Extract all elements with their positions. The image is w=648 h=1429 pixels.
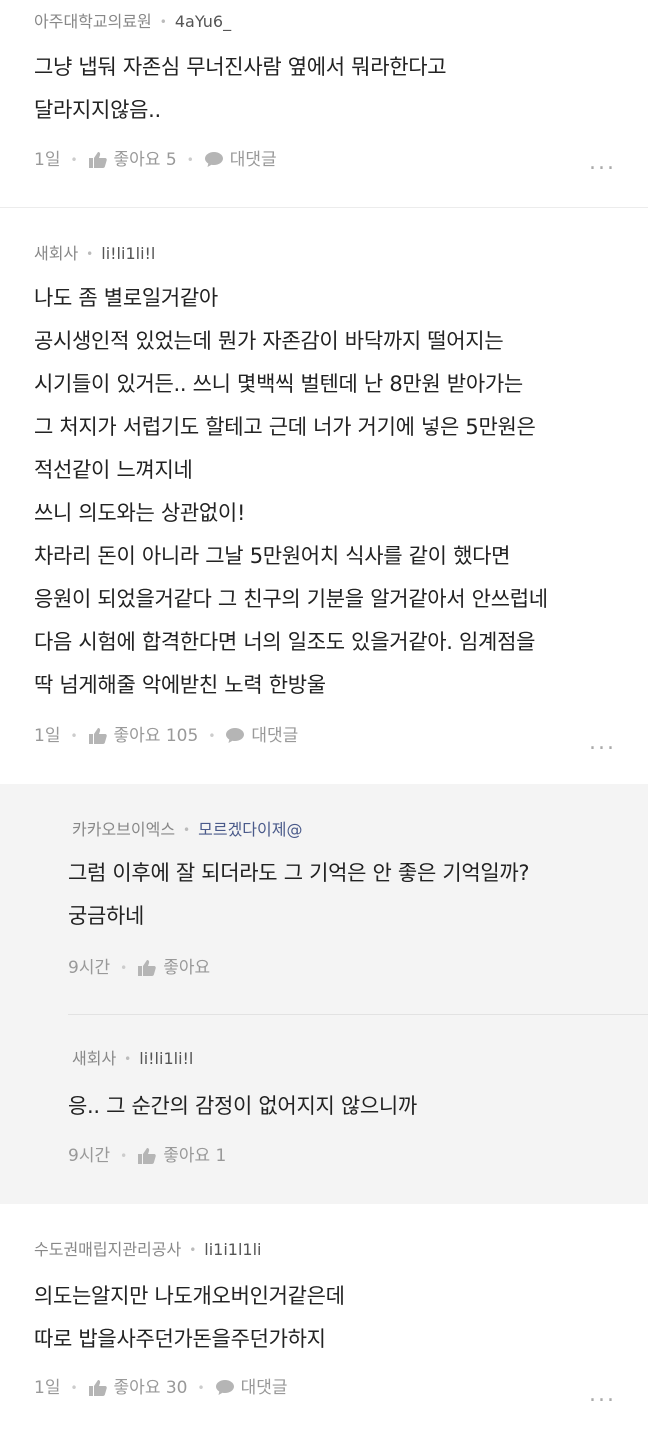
action-separator: • (197, 1381, 205, 1395)
reply-body: 응.. 그 순간의 감정이 없어지지 않으니까 (68, 1085, 417, 1128)
comment-meta: 수도권매립지관리공사 • li1i1l1li (34, 1240, 262, 1260)
comment-line: 적선같이 느껴지네 (34, 458, 193, 482)
comment-line: 딱 넘게해줄 악에받친 노력 한방울 (34, 673, 326, 697)
action-separator: • (70, 153, 78, 167)
comment-meta: 새회사 • li!li1li!l (34, 244, 155, 264)
comment-line: 그냥 냅둬 자존심 무너진사람 옆에서 뭐라한다고 (34, 55, 447, 79)
reply-meta: 카카오브이엑스 • 모르겠다이제@ (72, 820, 302, 840)
reply-actions: 9시간 • 좋아요 1 (68, 1144, 226, 1168)
author-org[interactable]: 새회사 (72, 1049, 116, 1069)
meta-separator: • (159, 15, 167, 29)
comment-line: 나도 좀 별로일거같아 (34, 286, 218, 310)
reply-button[interactable]: 대댓글 (225, 724, 298, 748)
replies-section: 카카오브이엑스 • 모르겠다이제@ 그럼 이후에 잘 되더라도 그 기억은 안 … (0, 784, 648, 1204)
like-button[interactable]: 좋아요 1 (137, 1144, 226, 1168)
reply-button[interactable]: 대댓글 (204, 148, 277, 172)
action-separator: • (70, 729, 78, 743)
comment-line: 차라리 돈이 아니라 그날 5만원어치 식사를 같이 했다면 (34, 544, 511, 568)
reply-time: 9시간 (68, 1146, 111, 1166)
reply-meta: 새회사 • li!li1li!l (72, 1049, 193, 1069)
comment-line: 다음 시험에 합격한다면 너의 일조도 있을거같아. 임계점을 (34, 630, 536, 654)
like-button[interactable]: 좋아요 30 (88, 1376, 188, 1400)
thumbs-up-icon (88, 151, 108, 169)
author-nickname[interactable]: 모르겠다이제@ (198, 820, 302, 840)
comment: 아주대학교의료원 • 4aYu6_ 그냥 냅둬 자존심 무너진사람 옆에서 뭐라… (0, 0, 648, 208)
comment-line: 의도는알지만 나도개오버인거같은데 (34, 1284, 345, 1308)
comment-time: 1일 (34, 726, 61, 746)
more-options-button[interactable]: ... (589, 152, 616, 174)
author-nickname[interactable]: li1i1l1li (204, 1240, 261, 1260)
comment-time: 1일 (34, 150, 61, 170)
like-button[interactable]: 좋아요 5 (88, 148, 177, 172)
comment-actions: 1일 • 좋아요 30 • 대댓글 (34, 1376, 288, 1400)
reply-comment: 새회사 • li!li1li!l 응.. 그 순간의 감정이 없어지지 않으니까… (0, 1015, 648, 1204)
thumbs-up-icon (137, 959, 157, 977)
meta-separator: • (124, 1052, 132, 1066)
author-org[interactable]: 아주대학교의료원 (34, 12, 152, 32)
comment: 새회사 • li!li1li!l 나도 좀 별로일거같아 공시생인적 있었는데 … (0, 208, 648, 784)
reply-body: 그럼 이후에 잘 되더라도 그 기억은 안 좋은 기억일까? 궁금하네 (68, 852, 530, 938)
reply-line: 그럼 이후에 잘 되더라도 그 기억은 안 좋은 기억일까? (68, 861, 530, 885)
action-separator: • (70, 1381, 78, 1395)
thumbs-up-icon (137, 1147, 157, 1165)
speech-bubble-icon (215, 1379, 235, 1397)
author-nickname[interactable]: 4aYu6_ (175, 12, 231, 32)
author-nickname[interactable]: li!li1li!l (139, 1049, 193, 1069)
reply-label: 대댓글 (240, 1378, 288, 1398)
reply-time: 9시간 (68, 958, 111, 978)
reply-line: 응.. 그 순간의 감정이 없어지지 않으니까 (68, 1094, 417, 1118)
reply-label: 대댓글 (251, 726, 299, 746)
comment-line: 응원이 되었을거같다 그 친구의 기분을 알거같아서 안쓰럽네 (34, 587, 548, 611)
more-options-button[interactable]: ... (589, 732, 616, 754)
comment-actions: 1일 • 좋아요 5 • 대댓글 (34, 148, 277, 172)
like-label: 좋아요 5 (113, 150, 177, 170)
comment-body: 나도 좀 별로일거같아 공시생인적 있었는데 뭔가 자존감이 바닥까지 떨어지는… (34, 277, 548, 707)
comment-body: 그냥 냅둬 자존심 무너진사람 옆에서 뭐라한다고 달라지지않음.. (34, 46, 447, 132)
like-label: 좋아요 105 (113, 726, 199, 746)
comment-time: 1일 (34, 1378, 61, 1398)
reply-actions: 9시간 • 좋아요 (68, 956, 210, 980)
comment-meta: 아주대학교의료원 • 4aYu6_ (34, 12, 231, 32)
reply-label: 대댓글 (229, 150, 277, 170)
meta-separator: • (183, 823, 191, 837)
thumbs-up-icon (88, 727, 108, 745)
comment-line: 쓰니 의도와는 상관없이! (34, 501, 246, 525)
meta-separator: • (86, 247, 94, 261)
thumbs-up-icon (88, 1379, 108, 1397)
action-separator: • (208, 729, 216, 743)
like-label: 좋아요 1 (163, 1146, 227, 1166)
meta-separator: • (189, 1243, 197, 1257)
more-options-button[interactable]: ... (589, 1384, 616, 1406)
comment-line: 시기들이 있거든.. 쓰니 몇백씩 벌텐데 난 8만원 받아가는 (34, 372, 523, 396)
action-separator: • (186, 153, 194, 167)
like-label: 좋아요 (163, 958, 211, 978)
comment-body: 의도는알지만 나도개오버인거같은데 따로 밥을사주던가돈을주던가하지 (34, 1275, 345, 1361)
author-nickname[interactable]: li!li1li!l (101, 244, 155, 264)
author-org[interactable]: 카카오브이엑스 (72, 820, 175, 840)
speech-bubble-icon (225, 727, 245, 745)
comment-actions: 1일 • 좋아요 105 • 대댓글 (34, 724, 298, 748)
like-label: 좋아요 30 (113, 1378, 188, 1398)
like-button[interactable]: 좋아요 105 (88, 724, 199, 748)
reply-button[interactable]: 대댓글 (215, 1376, 288, 1400)
comment-line: 달라지지않음.. (34, 98, 161, 122)
author-org[interactable]: 수도권매립지관리공사 (34, 1240, 181, 1260)
action-separator: • (120, 1149, 128, 1163)
speech-bubble-icon (204, 151, 224, 169)
comment-line: 그 처지가 서럽기도 할테고 근데 너가 거기에 넣은 5만원은 (34, 415, 536, 439)
comment-line: 따로 밥을사주던가돈을주던가하지 (34, 1327, 326, 1351)
action-separator: • (120, 961, 128, 975)
comment-line: 공시생인적 있었는데 뭔가 자존감이 바닥까지 떨어지는 (34, 329, 504, 353)
comment: 수도권매립지관리공사 • li1i1l1li 의도는알지만 나도개오버인거같은데… (0, 1204, 648, 1429)
author-org[interactable]: 새회사 (34, 244, 78, 264)
reply-line: 궁금하네 (68, 904, 145, 928)
like-button[interactable]: 좋아요 (137, 956, 210, 980)
reply-comment: 카카오브이엑스 • 모르겠다이제@ 그럼 이후에 잘 되더라도 그 기억은 안 … (0, 784, 648, 1014)
